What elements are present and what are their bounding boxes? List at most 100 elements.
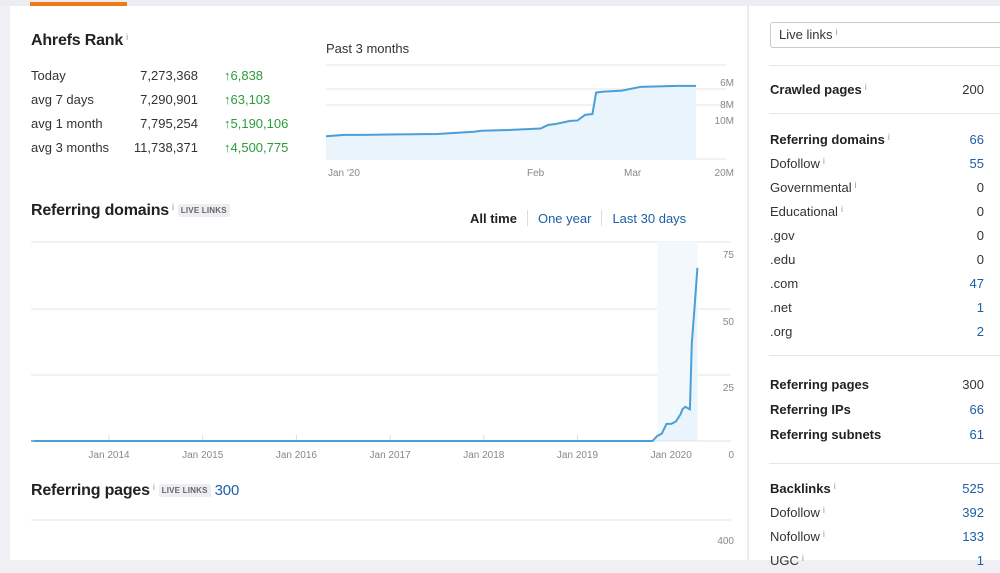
stat-value: 0 (976, 204, 984, 219)
info-icon[interactable]: i (865, 82, 867, 92)
rank-change: ↑4,500,775 (224, 140, 289, 155)
info-icon[interactable]: i (802, 553, 804, 563)
ref-stat-row: Referring pages 300 (770, 377, 984, 397)
domain-stat-row: .gov 0 (770, 228, 984, 248)
rank-value: 11,738,371 (133, 140, 198, 155)
tab-all-time[interactable]: All time (460, 211, 527, 226)
divider (769, 355, 1000, 356)
stat-label: .net (770, 300, 792, 315)
ahrefs-rank-title-text: Ahrefs Rank (31, 32, 124, 49)
stat-label-text: .com (770, 276, 799, 291)
info-icon[interactable]: i (126, 32, 128, 42)
stat-label-text: Educational (770, 204, 838, 219)
rank-period-label: Past 3 months (326, 41, 410, 56)
info-icon[interactable]: i (841, 204, 843, 214)
ahrefs-rank-chart: 6M 8M 10M 20M Jan '20 Feb Mar (326, 64, 734, 179)
info-icon[interactable]: i (834, 481, 836, 491)
y-tick-label: 50 (723, 317, 735, 328)
live-links-badge: LIVE LINKS (158, 484, 211, 498)
rd-area (34, 267, 698, 441)
x-tick-label: Jan 2020 (651, 450, 693, 461)
stat-label: Educational i (770, 204, 843, 219)
x-tick-label: Jan 2019 (557, 450, 599, 461)
stat-label-text: .edu (770, 252, 796, 267)
stat-label-text: Crawled pages (770, 82, 862, 97)
referring-domains-title-text: Referring domains (31, 202, 169, 219)
stat-label: .com (770, 276, 798, 291)
stat-value[interactable]: 2 (977, 324, 984, 339)
x-tick-label: Jan 2018 (463, 450, 505, 461)
stat-value[interactable]: 47 (970, 276, 984, 291)
stat-label-text: .org (770, 324, 793, 339)
stat-value[interactable]: 66 (970, 402, 984, 417)
tab-last-30-days[interactable]: Last 30 days (602, 211, 696, 226)
stat-label: Nofollow i (770, 529, 825, 544)
stat-value[interactable]: 61 (970, 427, 984, 442)
crawled-pages-row: Crawled pages i 200 (770, 82, 984, 102)
referring-domains-chart: Jan 2014 Jan 2015 Jan 2016 Jan 2017 Jan 2018… (31, 241, 735, 461)
live-links-badge: LIVE LINKS (177, 204, 230, 218)
stat-label-text: UGC (770, 553, 799, 568)
stat-label: .org (770, 324, 792, 339)
y-tick-label: 8M (720, 100, 734, 111)
info-icon[interactable]: i (888, 132, 890, 142)
info-icon[interactable]: i (835, 27, 837, 37)
info-icon[interactable]: i (855, 180, 857, 190)
domain-stat-row: Educational i 0 (770, 204, 984, 224)
y-tick-label: 0 (728, 450, 734, 461)
info-icon[interactable]: i (823, 156, 825, 166)
rank-value: 7,290,901 (140, 92, 198, 107)
stat-value[interactable]: 133 (962, 529, 984, 544)
stat-label: Crawled pages i (770, 82, 867, 97)
info-icon[interactable]: i (153, 482, 155, 492)
rd-line (34, 267, 699, 442)
domain-stat-row: Governmental i 0 (770, 180, 984, 200)
stat-value[interactable]: 55 (970, 156, 984, 171)
rank-change: ↑6,838 (224, 68, 264, 83)
stat-label: Referring subnets (770, 427, 881, 442)
stat-label: .edu (770, 252, 795, 267)
info-icon[interactable]: i (823, 505, 825, 515)
link-type-select[interactable]: Live links i (770, 22, 1000, 48)
period-tabs: All time One year Last 30 days (460, 210, 696, 226)
stat-value: 300 (962, 377, 984, 392)
info-icon[interactable]: i (172, 202, 174, 212)
stat-value: 200 (962, 82, 984, 97)
rank-area (326, 85, 696, 159)
stat-label-text: Backlinks (770, 481, 831, 496)
stat-label-text: Nofollow (770, 529, 820, 544)
stat-label: Dofollow i (770, 156, 825, 171)
stat-value: 0 (976, 228, 984, 243)
stat-label: Dofollow i (770, 505, 825, 520)
stat-label: .gov (770, 228, 795, 243)
domain-stat-row: .net 1 (770, 300, 984, 320)
stat-value[interactable]: 525 (962, 481, 984, 496)
ref-stat-row: Referring IPs 66 (770, 402, 984, 422)
domain-stat-row: .edu 0 (770, 252, 984, 272)
stat-label-text: .gov (770, 228, 795, 243)
rank-change: ↑63,103 (224, 92, 271, 107)
referring-pages-count[interactable]: 300 (215, 482, 240, 499)
stat-label-text: Referring domains (770, 132, 885, 147)
tab-one-year[interactable]: One year (528, 211, 601, 226)
info-icon[interactable]: i (823, 529, 825, 539)
stat-label-text: .net (770, 300, 792, 315)
stat-value[interactable]: 1 (977, 300, 984, 315)
stat-value[interactable]: 392 (962, 505, 984, 520)
stat-label: Governmental i (770, 180, 857, 195)
stat-label-text: Dofollow (770, 505, 820, 520)
y-tick-label: 400 (717, 536, 734, 547)
domain-stat-row: Dofollow i 55 (770, 156, 984, 176)
y-tick-label: 10M (715, 116, 734, 127)
ahrefs-rank-title: Ahrefs Rank i (31, 32, 128, 50)
y-tick-label: 25 (723, 383, 735, 394)
x-tick-label: Jan 2014 (88, 450, 130, 461)
stat-value[interactable]: 66 (970, 132, 984, 147)
x-tick-label: Feb (527, 168, 545, 179)
domain-stat-row: .org 2 (770, 324, 984, 344)
stat-value: 0 (976, 252, 984, 267)
stat-value[interactable]: 1 (977, 553, 984, 568)
stat-label-text: Referring IPs (770, 402, 851, 417)
backlink-stat-row: Backlinks i 525 (770, 481, 984, 501)
referring-pages-title-text: Referring pages (31, 482, 150, 499)
